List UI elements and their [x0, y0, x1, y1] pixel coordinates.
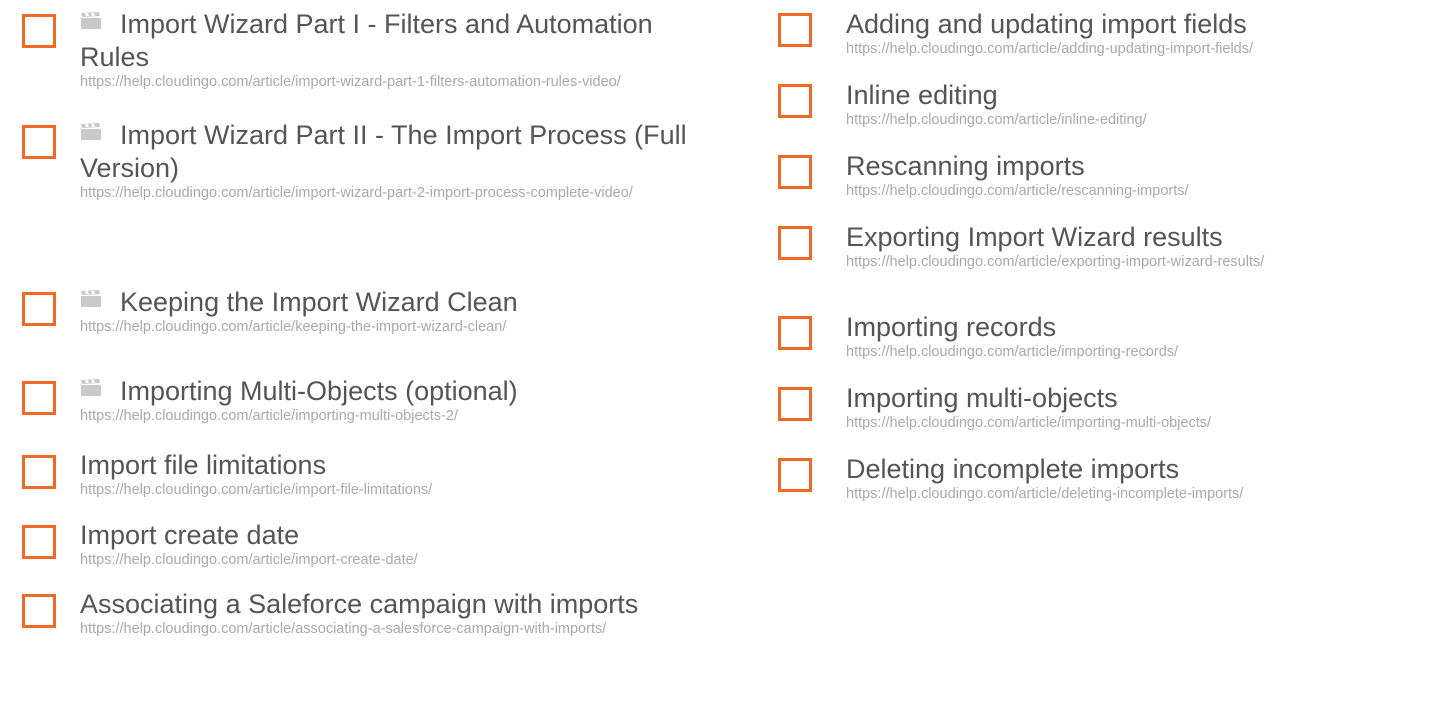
article-link[interactable]: https://help.cloudingo.com/article/expor… [846, 254, 1456, 271]
article-link[interactable]: https://help.cloudingo.com/article/impor… [80, 552, 700, 569]
item-title: Import Wizard Part I - Filters and Autom… [80, 9, 653, 72]
item-title: Importing multi-objects [846, 383, 1118, 413]
checkbox[interactable] [778, 316, 812, 350]
item-text: Adding and updating import fields https:… [846, 0, 1456, 58]
clapperboard-icon [80, 379, 102, 397]
item-title: Deleting incomplete imports [846, 454, 1180, 484]
item-text: Importing Multi-Objects (optional) https… [80, 367, 700, 425]
checkbox[interactable] [22, 594, 56, 628]
checkbox[interactable] [778, 458, 812, 492]
clapperboard-icon [80, 290, 102, 308]
checkbox[interactable] [778, 13, 812, 47]
item-text: Associating a Saleforce campaign with im… [80, 580, 700, 638]
article-link[interactable]: https://help.cloudingo.com/article/impor… [80, 185, 700, 202]
clapperboard-icon [80, 123, 102, 141]
item-title: Rescanning imports [846, 151, 1085, 181]
article-link[interactable]: https://help.cloudingo.com/article/resca… [846, 183, 1456, 200]
checkbox[interactable] [22, 381, 56, 415]
item-text: Import create date https://help.clouding… [80, 511, 700, 569]
checkbox[interactable] [22, 292, 56, 326]
checkbox[interactable] [778, 155, 812, 189]
article-link[interactable]: https://help.cloudingo.com/article/inlin… [846, 112, 1456, 129]
article-link[interactable]: https://help.cloudingo.com/article/impor… [846, 344, 1456, 361]
article-link[interactable]: https://help.cloudingo.com/article/impor… [80, 408, 700, 425]
item-text: Keeping the Import Wizard Clean https://… [80, 278, 700, 336]
clapperboard-icon [80, 12, 102, 30]
item-title: Importing records [846, 312, 1057, 342]
item-title: Exporting Import Wizard results [846, 222, 1223, 252]
item-title: Keeping the Import Wizard Clean [80, 286, 700, 319]
item-title: Importing Multi-Objects (optional) [80, 375, 700, 408]
article-link[interactable]: https://help.cloudingo.com/article/impor… [80, 74, 700, 91]
item-text: Importing records https://help.cloudingo… [846, 303, 1456, 361]
checkbox[interactable] [22, 455, 56, 489]
item-title: Import create date [80, 520, 300, 550]
checkbox[interactable] [778, 84, 812, 118]
item-text: Exporting Import Wizard results https://… [846, 213, 1456, 271]
article-link[interactable]: https://help.cloudingo.com/article/impor… [80, 482, 700, 499]
item-title: Inline editing [846, 80, 998, 110]
checkbox[interactable] [22, 525, 56, 559]
item-text: Rescanning imports https://help.clouding… [846, 142, 1456, 200]
item-text: Import file limitations https://help.clo… [80, 441, 700, 499]
item-title: Import file limitations [80, 450, 327, 480]
checkbox[interactable] [778, 226, 812, 260]
item-title: Import Wizard Part II - The Import Proce… [80, 120, 687, 183]
item-text: Deleting incomplete imports https://help… [846, 445, 1456, 503]
item-title: Associating a Saleforce campaign with im… [80, 589, 639, 619]
checkbox[interactable] [22, 125, 56, 159]
item-text: Importing multi-objects https://help.clo… [846, 374, 1456, 432]
checkbox[interactable] [22, 14, 56, 48]
article-link[interactable]: https://help.cloudingo.com/article/delet… [846, 486, 1456, 503]
item-title: Adding and updating import fields [846, 9, 1247, 39]
article-link[interactable]: https://help.cloudingo.com/article/keepi… [80, 319, 700, 336]
article-link[interactable]: https://help.cloudingo.com/article/addin… [846, 41, 1456, 58]
checkbox[interactable] [778, 387, 812, 421]
item-text: Inline editing https://help.cloudingo.co… [846, 71, 1456, 129]
article-link[interactable]: https://help.cloudingo.com/article/assoc… [80, 621, 700, 638]
article-link[interactable]: https://help.cloudingo.com/article/impor… [846, 415, 1456, 432]
item-text: Import Wizard Part II - The Import Proce… [80, 111, 700, 202]
item-text: Import Wizard Part I - Filters and Autom… [80, 0, 700, 91]
